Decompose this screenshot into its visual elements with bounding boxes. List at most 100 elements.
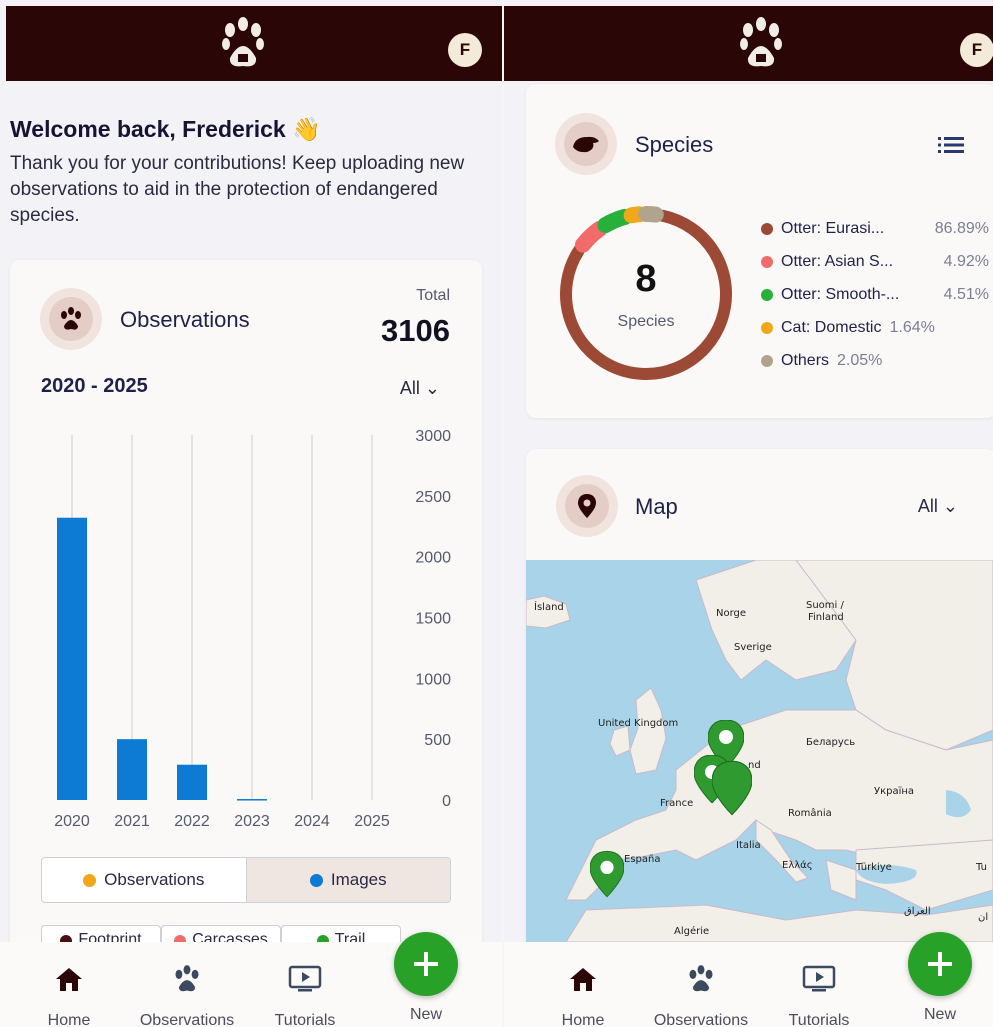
map-place-label: العراق: [904, 906, 931, 917]
map-place-label: ان: [978, 912, 989, 923]
legend-name: Others: [781, 351, 830, 369]
bottom-navigation: Home Observations Tutorials New: [504, 932, 993, 1027]
left-screen: F Welcome back, Frederick 👋 Thank you fo…: [0, 0, 502, 1027]
map-title: Map: [635, 494, 678, 519]
y-tick-label: 3000: [415, 428, 451, 445]
nav-observations-label: Observations: [653, 1012, 749, 1027]
map-place-label: Norge: [716, 608, 747, 619]
map-marker[interactable]: [712, 760, 752, 816]
legend-item[interactable]: Otter: Asian S... 4.92%: [761, 245, 989, 278]
observation-map[interactable]: Ísland Norge Suomi / Finland Sverige United K…: [526, 560, 993, 942]
nav-tutorials[interactable]: Tutorials: [245, 962, 365, 1027]
map-place-label: Algérie: [674, 926, 710, 937]
x-tick-label: 2022: [174, 813, 210, 830]
user-avatar[interactable]: F: [960, 33, 993, 67]
y-tick-label: 2500: [415, 489, 451, 506]
map-place-label: Suomi /: [806, 600, 844, 611]
paw-logo-icon[interactable]: [220, 16, 266, 72]
legend-percentage: 2.05%: [837, 351, 883, 369]
chart-bar-2023[interactable]: [237, 799, 267, 801]
species-icon-badge: [555, 113, 617, 175]
y-tick-label: 1500: [415, 611, 451, 628]
map-marker[interactable]: [590, 850, 624, 898]
nav-home-label: Home: [561, 1012, 605, 1027]
map-place-label: Беларусь: [806, 737, 856, 748]
legend-percentage: 4.51%: [943, 285, 989, 303]
toggle-images[interactable]: Images: [245, 858, 450, 902]
observations-bar-chart: 2020 2021 2022 2023 2024 2025 3000 2500 2000 1500…: [54, 428, 451, 830]
nav-observations[interactable]: Observations: [127, 962, 247, 1027]
map-place-label: Україна: [874, 786, 915, 797]
list-icon[interactable]: [938, 136, 964, 154]
nav-observations-label: Observations: [139, 1012, 235, 1027]
video-play-icon: [802, 965, 836, 992]
map-place-label: United Kingdom: [598, 718, 679, 729]
legend-item[interactable]: Otter: Smooth-... 4.51%: [761, 278, 989, 311]
x-tick-label: 2020: [54, 813, 90, 830]
map-filter-dropdown[interactable]: All ⌄: [918, 496, 958, 517]
map-place-label: Ελλάς: [782, 860, 813, 871]
paw-logo-icon[interactable]: [738, 16, 784, 72]
x-tick-label: 2023: [234, 813, 270, 830]
y-tick-label: 0: [442, 793, 451, 810]
new-label: New: [409, 1006, 442, 1023]
donut-segment[interactable]: [575, 220, 608, 253]
observations-dot: [83, 873, 97, 887]
chart-series-toggle: Observations Images: [41, 857, 451, 903]
map-place-label: Ísland: [534, 602, 564, 613]
new-observation-button[interactable]: [908, 932, 972, 996]
species-title: Species: [635, 132, 714, 157]
toggle-observations[interactable]: Observations: [42, 858, 246, 902]
toggle-observations-label: Observations: [104, 870, 205, 889]
donut-segment[interactable]: [623, 206, 648, 224]
legend-name: Otter: Eurasi...: [781, 219, 885, 237]
species-legend: Otter: Eurasi... 86.89% Otter: Asian S... 4…: [761, 212, 989, 377]
plus-icon: [414, 952, 438, 976]
donut-segment[interactable]: [638, 206, 664, 223]
legend-name: Otter: Smooth-...: [781, 285, 900, 303]
chart-bar-2020[interactable]: [57, 517, 87, 800]
legend-dot: [761, 354, 773, 367]
plus-icon: [928, 952, 952, 976]
donut-segment[interactable]: [597, 208, 633, 234]
nav-observations[interactable]: Observations: [641, 962, 761, 1027]
nav-home-label: Home: [47, 1012, 91, 1027]
legend-dot: [761, 321, 773, 334]
video-play-icon: [288, 965, 322, 992]
observations-card: Observations Total 3106 2020 - 2025 All …: [10, 260, 482, 960]
chart-bar-2021[interactable]: [117, 739, 147, 800]
nav-tutorials[interactable]: Tutorials: [759, 962, 879, 1027]
top-bar: F: [6, 6, 502, 81]
map-place-label: Finland: [808, 612, 844, 623]
user-avatar[interactable]: F: [448, 33, 482, 67]
legend-percentage: 4.92%: [943, 252, 989, 270]
legend-item[interactable]: Others 2.05%: [761, 344, 989, 377]
chart-bar-2022[interactable]: [177, 764, 207, 800]
top-bar: F: [504, 6, 993, 81]
new-observation-button[interactable]: [394, 932, 458, 996]
map-icon-badge: [556, 475, 618, 537]
map-place-label: Italia: [736, 840, 761, 851]
legend-percentage: 86.89%: [934, 219, 989, 237]
legend-percentage: 1.64%: [889, 318, 935, 336]
nav-tutorials-label: Tutorials: [274, 1012, 336, 1027]
legend-item[interactable]: Cat: Domestic 1.64%: [761, 311, 989, 344]
x-tick-label: 2021: [114, 813, 150, 830]
nav-tutorials-label: Tutorials: [788, 1012, 850, 1027]
toggle-images-label: Images: [330, 870, 387, 889]
species-count-label: Species: [617, 313, 675, 330]
map-place-label: France: [660, 798, 694, 809]
paw-icon: [689, 965, 713, 992]
legend-dot: [761, 255, 773, 268]
legend-name: Cat: Domestic: [781, 318, 882, 336]
map-place-label: Tu: [976, 862, 987, 873]
otter-icon: [573, 136, 599, 153]
right-screen: F Species 8 Species Otter: Eurasi... 86.8…: [504, 0, 993, 1027]
species-card: Species 8 Species Otter: Eurasi... 86.89%…: [526, 84, 993, 418]
legend-item[interactable]: Otter: Eurasi... 86.89%: [761, 212, 989, 245]
legend-dot: [761, 222, 773, 235]
x-tick-label: 2024: [294, 813, 330, 830]
bottom-navigation: Home Observations Tutorials New: [0, 932, 502, 1027]
nav-home[interactable]: Home: [9, 962, 129, 1027]
nav-home[interactable]: Home: [523, 962, 643, 1027]
